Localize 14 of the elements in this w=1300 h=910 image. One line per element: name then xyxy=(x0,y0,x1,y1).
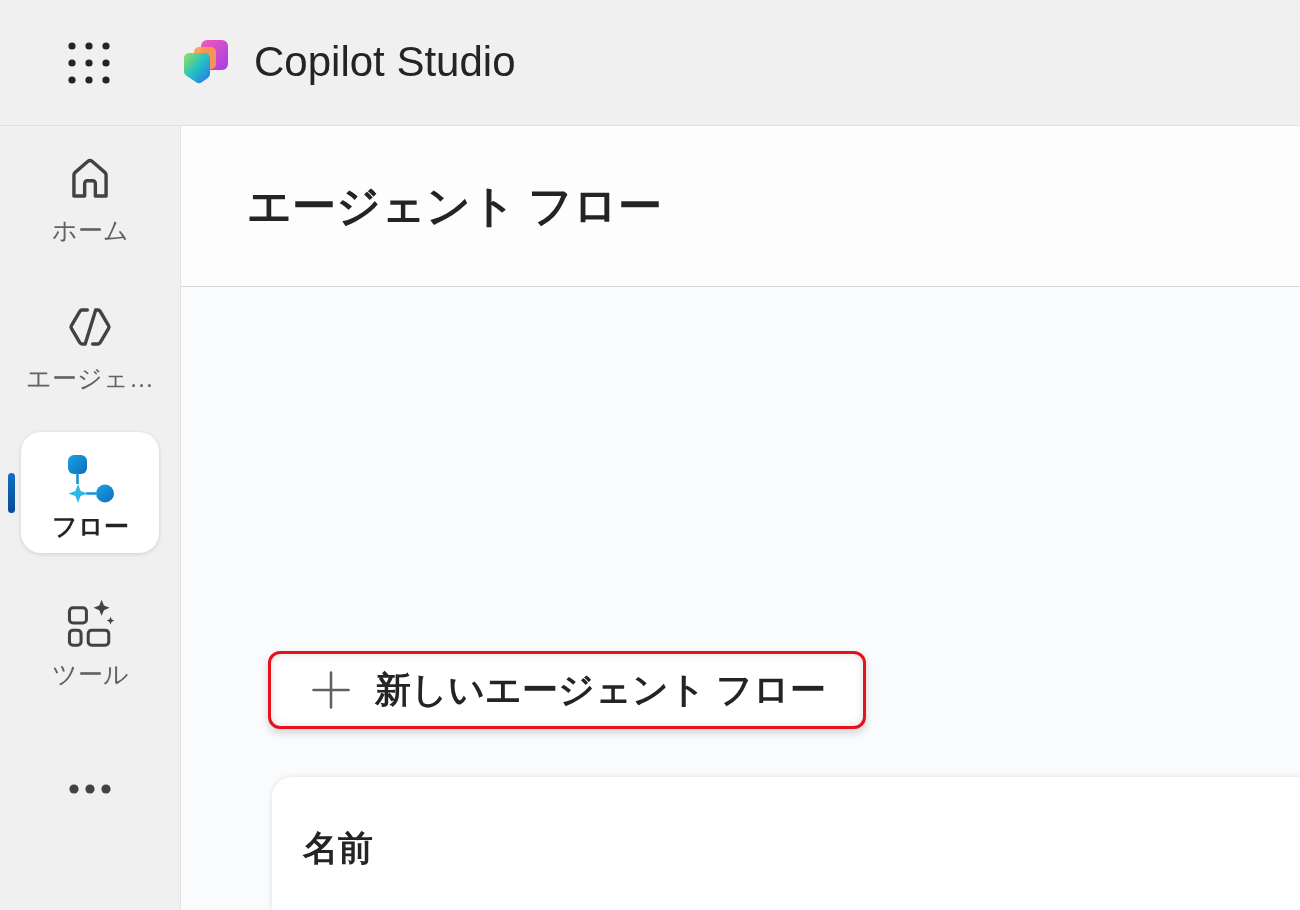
selection-indicator xyxy=(8,473,15,513)
new-flow-button[interactable]: 新しいエージェント フロー xyxy=(268,651,866,729)
nav-item[interactable]: フロー xyxy=(21,432,159,553)
plus-icon xyxy=(312,671,350,709)
nav-item[interactable]: ホーム xyxy=(21,136,159,257)
grid-sparkle-icon xyxy=(65,598,115,648)
more-icon[interactable] xyxy=(69,782,111,795)
nav-item[interactable]: ツール xyxy=(21,580,159,701)
app-launcher-icon[interactable] xyxy=(68,41,110,84)
nav-item[interactable]: エージェ… xyxy=(21,284,159,405)
app-title: Copilot Studio xyxy=(254,37,516,88)
page-title: エージェント フロー xyxy=(247,179,663,232)
connected-nodes-icon xyxy=(65,454,115,504)
column-header: 名前 xyxy=(303,827,373,869)
